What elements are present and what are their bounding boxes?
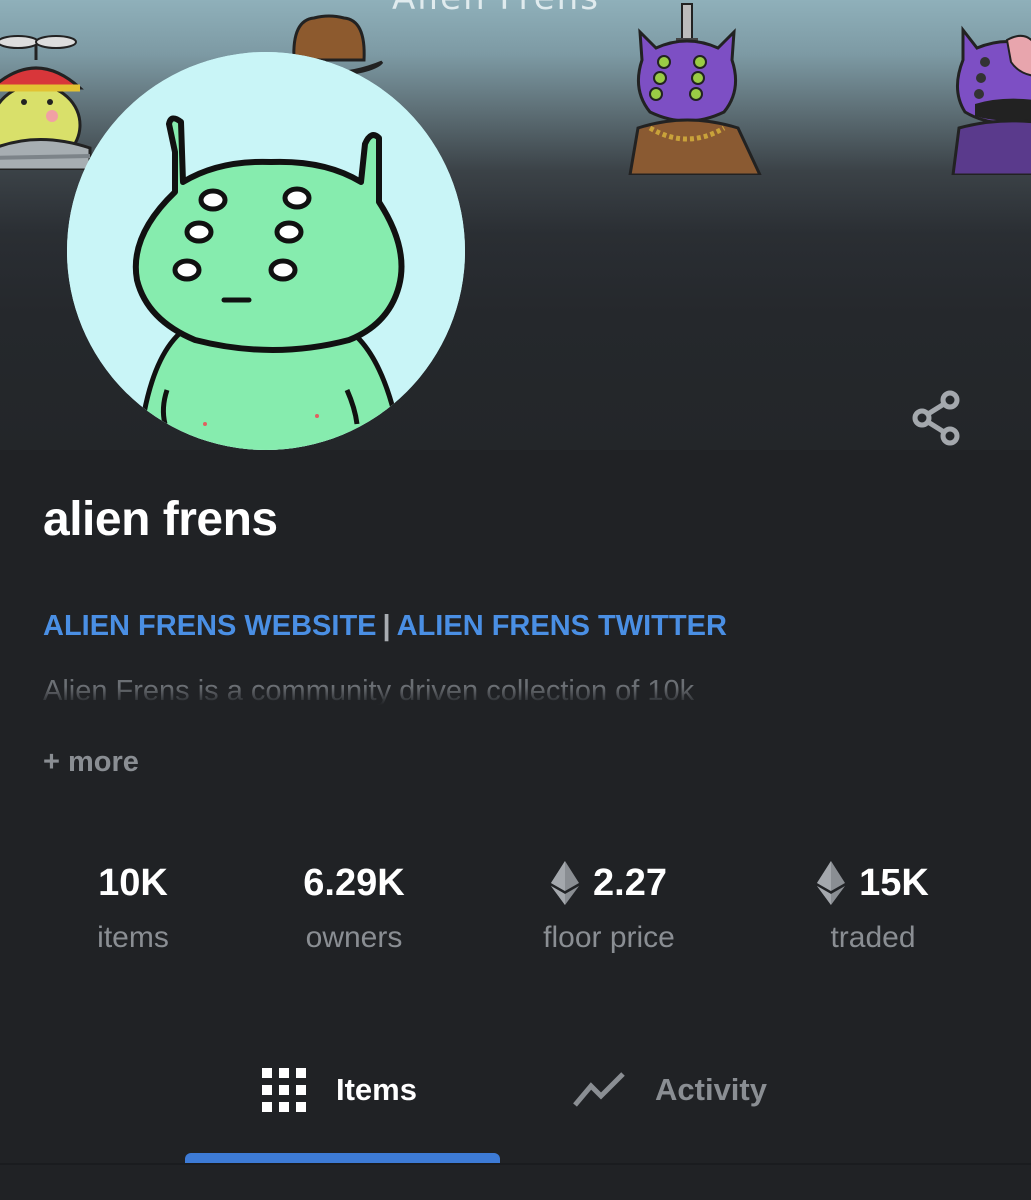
stat-floor-price[interactable]: 2.27 floor price xyxy=(518,855,700,955)
more-button[interactable]: + more xyxy=(43,746,139,779)
activity-icon xyxy=(573,1072,625,1107)
ethereum-icon xyxy=(551,861,580,905)
tab-activity-label: Activity xyxy=(655,1072,767,1107)
collection-stats: 10K items 6.29K owners 2.27 floor price xyxy=(0,855,1031,975)
collection-links: ALIEN FRENS WEBSITE | ALIEN FRENS TWITTER xyxy=(43,610,727,643)
tab-divider xyxy=(0,1163,1031,1165)
stat-traded-value: 15K xyxy=(859,861,929,904)
link-separator: | xyxy=(382,610,391,642)
grid-icon xyxy=(262,1068,306,1112)
green-alien-image xyxy=(67,52,465,450)
stat-owners-value: 6.29K xyxy=(303,861,405,904)
banner-title: Alien Frens xyxy=(392,0,600,18)
tab-items-label: Items xyxy=(336,1072,417,1107)
stat-items-label: items xyxy=(97,921,169,954)
banner-alien-purple-right xyxy=(951,25,1031,175)
stat-owners[interactable]: 6.29K owners xyxy=(270,855,438,955)
stat-traded-label: traded xyxy=(830,921,916,954)
stat-items[interactable]: 10K items xyxy=(60,855,206,955)
collection-tabs: Items Activity xyxy=(0,1050,1031,1200)
stat-traded[interactable]: 15K traded xyxy=(800,855,946,955)
stat-owners-label: owners xyxy=(305,921,403,954)
twitter-link[interactable]: ALIEN FRENS TWITTER xyxy=(397,610,727,642)
collection-description: Alien Frens is a community driven collec… xyxy=(43,675,695,705)
tab-items[interactable]: Items xyxy=(262,1050,417,1130)
banner-alien-propeller-hat xyxy=(0,35,92,170)
tab-activity[interactable]: Activity xyxy=(573,1050,767,1130)
share-button[interactable] xyxy=(904,386,968,450)
collection-avatar xyxy=(67,52,465,450)
banner-alien-purple-sword xyxy=(628,3,762,175)
share-icon xyxy=(912,390,960,446)
active-tab-indicator xyxy=(185,1153,500,1163)
website-link[interactable]: ALIEN FRENS WEBSITE xyxy=(43,610,377,642)
collection-page: Alien Frens xyxy=(0,0,1031,1200)
stat-floor-price-value: 2.27 xyxy=(593,861,667,904)
stat-floor-price-label: floor price xyxy=(543,921,675,954)
stat-items-value: 10K xyxy=(98,861,168,904)
collection-title: alien frens xyxy=(43,493,278,546)
ethereum-icon xyxy=(817,861,846,905)
